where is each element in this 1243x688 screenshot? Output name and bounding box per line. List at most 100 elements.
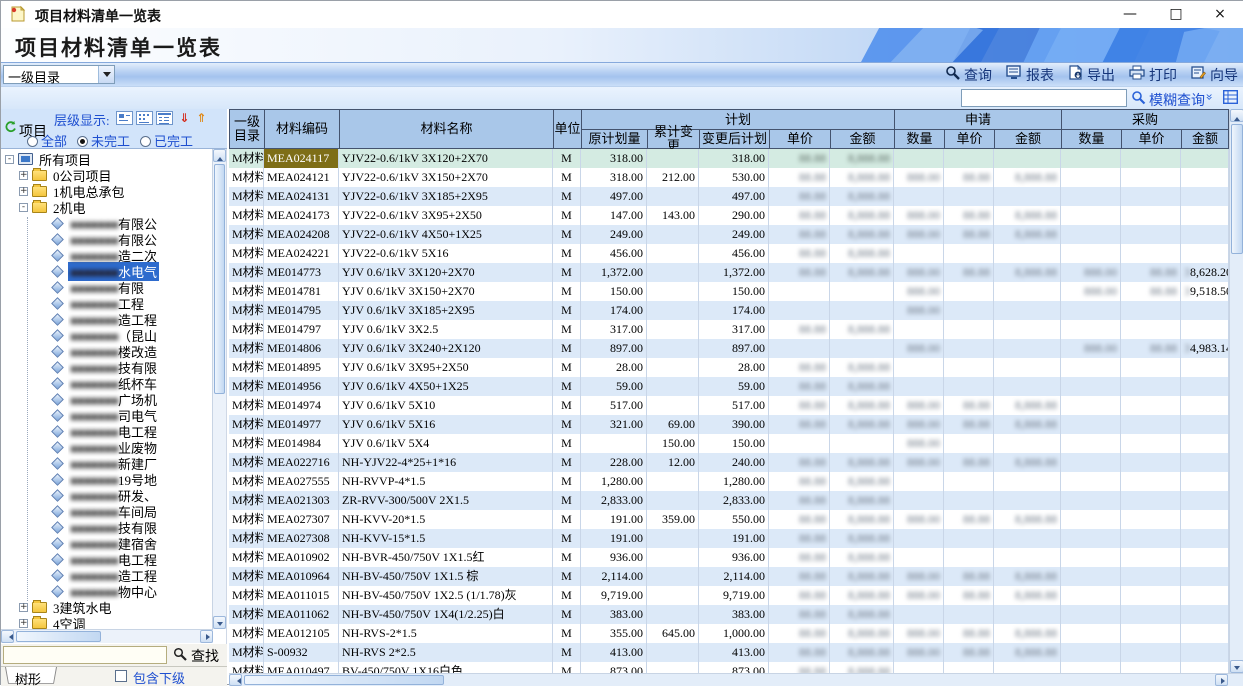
level-view1-icon[interactable]	[116, 111, 133, 125]
table-row[interactable]: M材料MEA010964NH-BV-450/750V 1X1.5 棕M2,114…	[229, 567, 1229, 586]
tree-item[interactable]: ■■■■■■■研发、	[1, 487, 213, 503]
table-row[interactable]: M材料MEA027307NH-KVV-20*1.5M191.00359.0055…	[229, 510, 1229, 529]
table-row[interactable]: M材料MEA024221YJV22-0.6/1kV 5X16M456.00456…	[229, 244, 1229, 263]
col-header-orig-plan[interactable]: 原计划量	[581, 129, 647, 149]
minimize-button[interactable]: —	[1108, 1, 1152, 28]
col-header-code[interactable]: 材料编码	[264, 109, 339, 149]
maximize-button[interactable]: □	[1154, 1, 1198, 28]
table-row[interactable]: M材料ME014806YJV 0.6/1kV 3X240+2X120M897.0…	[229, 339, 1229, 358]
tree-item[interactable]: ■■■■■■■纸杯车	[1, 375, 213, 391]
table-row[interactable]: M材料MEA027308NH-KVV-15*1.5M191.00191.0088…	[229, 529, 1229, 548]
tree-horizontal-scrollbar[interactable]	[1, 629, 213, 643]
tree-item[interactable]: ■■■■■■■建宿舍	[1, 535, 213, 551]
col-header-name[interactable]: 材料名称	[339, 109, 553, 149]
grid-settings-icon[interactable]	[1223, 90, 1238, 109]
col-header-plan-price[interactable]: 单价	[769, 129, 830, 149]
table-row[interactable]: M材料ME014977YJV 0.6/1kV 5X16M321.0069.003…	[229, 415, 1229, 434]
combo-dropdown-icon[interactable]	[98, 66, 114, 83]
table-row[interactable]: M材料S-00932NH-RVS 2*2.5M413.00413.0088.88…	[229, 643, 1229, 662]
col-header-purchase-price[interactable]: 单价	[1121, 129, 1181, 149]
tree-item[interactable]: +4空调	[1, 615, 213, 629]
table-row[interactable]: M材料MEA024173YJV22-0.6/1kV 3X95+2X50M147.…	[229, 206, 1229, 225]
table-row[interactable]: M材料ME014773YJV 0.6/1kV 3X120+2X70M1,372.…	[229, 263, 1229, 282]
tree-item[interactable]: ■■■■■■■技有限	[1, 519, 213, 535]
tree-item[interactable]: ■■■■■■■造工程	[1, 567, 213, 583]
tree-collapse-icon[interactable]: -	[5, 155, 14, 164]
table-row[interactable]: M材料MEA024131YJV22-0.6/1kV 3X185+2X95M497…	[229, 187, 1229, 206]
table-row[interactable]: M材料ME014795YJV 0.6/1kV 3X185+2X95M174.00…	[229, 301, 1229, 320]
col-header-cum-change[interactable]: 累计变更	[647, 129, 699, 149]
col-header-purchase-qty[interactable]: 数量	[1061, 129, 1121, 149]
col-header-after-change[interactable]: 变更后计划	[699, 129, 769, 149]
col-header-unit[interactable]: 单位	[553, 109, 581, 149]
radio-unfinished[interactable]: 未完工	[77, 131, 130, 150]
tree-item[interactable]: ■■■■■■■物中心	[1, 583, 213, 599]
col-header-request-amount[interactable]: 金额	[994, 129, 1061, 149]
fuzzy-search-icon[interactable]	[1131, 90, 1146, 110]
tree-item[interactable]: ■■■■■■■有限	[1, 279, 213, 295]
find-button[interactable]: 查找	[173, 646, 219, 666]
table-row[interactable]: M材料MEA010902NH-BVR-450/750V 1X1.5红M936.0…	[229, 548, 1229, 567]
include-sub-label[interactable]: 包含下级	[133, 668, 185, 687]
query-button[interactable]: 查询	[945, 65, 992, 85]
tree-item[interactable]: ■■■■■■■有限公	[1, 215, 213, 231]
print-button[interactable]: 打印	[1129, 65, 1177, 85]
table-row[interactable]: M材料ME014984YJV 0.6/1kV 5X4M150.00150.008…	[229, 434, 1229, 453]
table-row[interactable]: M材料MEA024117YJV22-0.6/1kV 3X120+2X70M318…	[229, 149, 1229, 168]
tree-item[interactable]: ■■■■■■■技有限	[1, 359, 213, 375]
table-row[interactable]: M材料MEA022716NH-YJV22-4*25+1*16M228.0012.…	[229, 453, 1229, 472]
tree-item[interactable]: ■■■■■■■有限公	[1, 231, 213, 247]
wizard-button[interactable]: 向导	[1191, 65, 1238, 85]
tree-expand-icon[interactable]: -	[19, 203, 28, 212]
tree-item[interactable]: +1机电总承包	[1, 183, 213, 199]
col-header-request-qty[interactable]: 数量	[894, 129, 944, 149]
table-row[interactable]: M材料MEA024121YJV22-0.6/1kV 3X150+2X70M318…	[229, 168, 1229, 187]
table-row[interactable]: M材料MEA011015NH-BV-450/750V 1X2.5 (1/1.78…	[229, 586, 1229, 605]
tree-expand-icon[interactable]: +	[19, 619, 28, 628]
table-row[interactable]: M材料ME014797YJV 0.6/1kV 3X2.5M317.00317.0…	[229, 320, 1229, 339]
tree-expand-icon[interactable]: +	[19, 603, 28, 612]
radio-all[interactable]: 全部	[27, 131, 67, 150]
tree-expand-icon[interactable]: +	[19, 187, 28, 196]
tree-item[interactable]: ■■■■■■■造工程	[1, 311, 213, 327]
col-header-request-price[interactable]: 单价	[944, 129, 994, 149]
table-row[interactable]: M材料MEA011062NH-BV-450/750V 1X4(1/2.25)白M…	[229, 605, 1229, 624]
export-button[interactable]: 导出	[1068, 65, 1115, 85]
table-row[interactable]: M材料ME014974YJV 0.6/1kV 5X10M517.00517.00…	[229, 396, 1229, 415]
table-row[interactable]: M材料MEA012105NH-RVS-2*1.5M355.00645.001,0…	[229, 624, 1229, 643]
level-view3-icon[interactable]	[156, 111, 173, 125]
tree-item[interactable]: ■■■■■■■（昆山	[1, 327, 213, 343]
table-row[interactable]: M材料ME014956YJV 0.6/1kV 4X50+1X25M59.0059…	[229, 377, 1229, 396]
chevron-double-down-icon[interactable]: »	[1203, 93, 1217, 98]
cell-code[interactable]: MEA024117	[264, 149, 339, 168]
tree-item[interactable]: +3建筑水电	[1, 599, 213, 615]
close-button[interactable]: ×	[1198, 1, 1242, 28]
table-vertical-scrollbar[interactable]	[1229, 109, 1243, 673]
tree-item[interactable]: ■■■■■■■电工程	[1, 423, 213, 439]
tree-item[interactable]: ■■■■■■■造二次	[1, 247, 213, 263]
tree-item[interactable]: ■■■■■■■19号地	[1, 471, 213, 487]
table-row[interactable]: M材料ME014781YJV 0.6/1kV 3X150+2X70M150.00…	[229, 282, 1229, 301]
tree-item[interactable]: ■■■■■■■业废物	[1, 439, 213, 455]
tree-item[interactable]: ■■■■■■■新建厂	[1, 455, 213, 471]
catalog-level-select[interactable]: 一级目录	[3, 65, 115, 84]
expand-all-icon[interactable]: ⇑	[194, 111, 209, 125]
tree-item[interactable]: ■■■■■■■楼改造	[1, 343, 213, 359]
report-button[interactable]: 报表	[1006, 65, 1054, 85]
table-row[interactable]: M材料MEA027555NH-RVVP-4*1.5M1,280.001,280.…	[229, 472, 1229, 491]
level-view2-icon[interactable]	[136, 111, 153, 125]
table-row[interactable]: M材料MEA010497BV-450/750V 1X16白色M873.00873…	[229, 662, 1229, 673]
tree-find-input[interactable]	[3, 646, 167, 664]
tree-item[interactable]: ■■■■■■■电工程	[1, 551, 213, 567]
tree-tab-label[interactable]: 树形	[15, 669, 41, 688]
radio-finished[interactable]: 已完工	[140, 131, 193, 150]
table-row[interactable]: M材料ME014895YJV 0.6/1kV 3X95+2X50M28.0028…	[229, 358, 1229, 377]
table-horizontal-scrollbar[interactable]	[229, 673, 1243, 686]
collapse-all-icon[interactable]: ⇓	[177, 111, 192, 125]
tree-vertical-scrollbar[interactable]	[212, 149, 226, 629]
table-row[interactable]: M材料MEA021303ZR-RVV-300/500V 2X1.5M2,833.…	[229, 491, 1229, 510]
include-sub-checkbox[interactable]	[115, 670, 127, 682]
tree-item[interactable]: ■■■■■■■水电气	[1, 263, 213, 279]
tree-item[interactable]: ■■■■■■■车间局	[1, 503, 213, 519]
col-header-purchase-amount[interactable]: 金额	[1181, 129, 1229, 149]
